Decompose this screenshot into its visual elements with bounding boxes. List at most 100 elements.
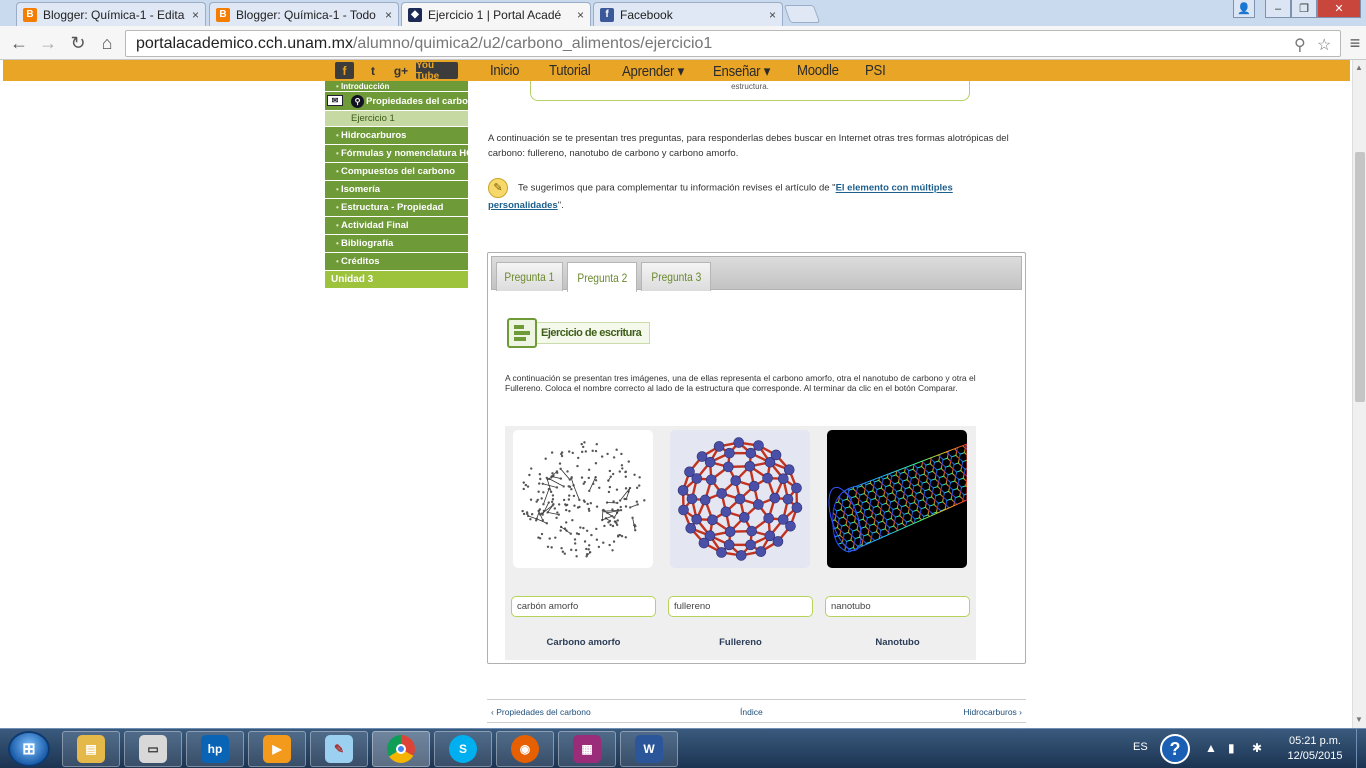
facebook-icon[interactable]: f xyxy=(335,62,354,79)
sidebar-item-label: Introducción xyxy=(341,82,390,91)
url-path: /alumno/quimica2/u2/carbono_alimentos/ej… xyxy=(352,34,713,52)
home-icon[interactable]: ⌂ xyxy=(96,32,118,54)
browser-tab-4[interactable]: f Facebook × xyxy=(593,2,783,26)
sidebar-item-label: Propiedades del carbono xyxy=(366,95,468,107)
sidebar-subitem-ejercicio-1[interactable]: Ejercicio 1 xyxy=(325,111,468,126)
sidebar-item-isomeria[interactable]: Isomería xyxy=(325,181,468,198)
reload-icon[interactable]: ↻ xyxy=(67,32,89,54)
amorphous-carbon-image xyxy=(513,430,653,568)
previous-box-tail: estructura. xyxy=(530,81,970,101)
browser-tab-3[interactable]: ◆ Ejercicio 1 | Portal Acadé × xyxy=(401,2,591,26)
paint-app-icon[interactable]: ✎ xyxy=(310,731,368,767)
pager-prev-link[interactable]: ‹ Propiedades del carbono xyxy=(491,707,591,717)
menu-aprender[interactable]: Aprender ▾ xyxy=(622,62,684,80)
intro-paragraph: A continuación se te presentan tres preg… xyxy=(488,133,1009,159)
sidebar-item-compuestos[interactable]: Compuestos del carbono xyxy=(325,163,468,180)
address-bar[interactable]: portalacademico.cch.unam.mx/alumno/quimi… xyxy=(125,30,1341,57)
mail-icon[interactable]: ✉ xyxy=(327,95,343,106)
sidebar-item-label: Créditos xyxy=(341,256,380,267)
hp-app-icon[interactable]: hp xyxy=(186,731,244,767)
search-icon[interactable]: ⚲ xyxy=(1294,35,1306,55)
maximize-button[interactable]: ❐ xyxy=(1291,0,1317,18)
browser-tab-1[interactable]: B Blogger: Química-1 - Edita × xyxy=(16,2,206,26)
language-indicator[interactable]: ES xyxy=(1133,741,1148,753)
sidebar-item-label: Estructura - Propiedad xyxy=(341,202,444,213)
chrome-app-icon[interactable] xyxy=(372,731,430,767)
question-tabs-bar: Pregunta 1 Pregunta 2 Pregunta 3 xyxy=(491,256,1022,292)
google-plus-icon[interactable]: g+ xyxy=(390,62,412,79)
unit-sidebar: Introducción ✉ ⚲ Propiedades del carbono… xyxy=(325,81,468,288)
word-app-icon[interactable]: W xyxy=(620,731,678,767)
show-desktop-button[interactable] xyxy=(1356,729,1366,768)
help-icon[interactable]: ? xyxy=(1160,734,1190,764)
minimize-button[interactable]: – xyxy=(1265,0,1291,18)
tab-label: Pregunta 3 xyxy=(651,270,701,284)
scrollbar-thumb[interactable] xyxy=(1355,152,1365,402)
sidebar-item-unidad-3[interactable]: Unidad 3 xyxy=(325,271,468,288)
menu-ensenar[interactable]: Enseñar ▾ xyxy=(713,62,770,80)
tab-title: Ejercicio 1 | Portal Acadé xyxy=(428,7,562,22)
show-hidden-icons-icon[interactable]: ▲ xyxy=(1205,741,1217,755)
sidebar-item-bibliografia[interactable]: Bibliografía xyxy=(325,235,468,252)
network-icon[interactable]: ✱ xyxy=(1252,741,1262,755)
tab-pregunta-3[interactable]: Pregunta 3 xyxy=(641,262,711,291)
bookmark-star-icon[interactable]: ☆ xyxy=(1317,35,1331,55)
tab-pregunta-1[interactable]: Pregunta 1 xyxy=(496,262,563,291)
sidebar-item-propiedades[interactable]: ✉ ⚲ Propiedades del carbono xyxy=(325,92,468,110)
page-scrollbar[interactable]: ▲ ▼ xyxy=(1352,60,1366,728)
sidebar-item-creditos[interactable]: Créditos xyxy=(325,253,468,270)
sidebar-item-label: Hidrocarburos xyxy=(341,130,407,141)
tab-close-icon[interactable]: × xyxy=(769,8,776,22)
browser-tab-2[interactable]: B Blogger: Química-1 - Todo × xyxy=(209,2,399,26)
youtube-icon[interactable]: You Tube xyxy=(416,60,458,82)
clock-time: 05:21 p.m. xyxy=(1289,735,1341,747)
video-app-icon[interactable]: ▶ xyxy=(248,731,306,767)
winrar-app-icon[interactable]: ▦ xyxy=(558,731,616,767)
sidebar-item-label: Ejercicio 1 xyxy=(351,113,395,124)
search-icon[interactable]: ⚲ xyxy=(351,95,364,108)
start-button[interactable]: ⊞ xyxy=(8,731,50,767)
sidebar-item-actividad-final[interactable]: Actividad Final xyxy=(325,217,468,234)
structure-card-fullereno: fullereno Fullereno xyxy=(662,426,819,660)
forward-arrow-icon[interactable]: → xyxy=(37,32,59,54)
menu-tutorial[interactable]: Tutorial xyxy=(549,62,591,79)
answer-field-2[interactable]: fullereno xyxy=(668,596,813,617)
skype-app-icon[interactable]: S xyxy=(434,731,492,767)
menu-moodle[interactable]: Moodle xyxy=(797,62,839,79)
battery-icon[interactable]: ▮ xyxy=(1228,741,1235,755)
answer-field-3[interactable]: nanotubo xyxy=(825,596,970,617)
tab-label: Pregunta 1 xyxy=(504,270,555,284)
sidebar-item-formulas[interactable]: Fórmulas y nomenclatura HC xyxy=(325,145,468,162)
firefox-app-icon[interactable]: ◉ xyxy=(496,731,554,767)
answer-field-1[interactable]: carbón amorfo xyxy=(511,596,656,617)
card-caption: Carbono amorfo xyxy=(546,637,621,648)
menu-psi[interactable]: PSI xyxy=(865,62,886,79)
close-window-button[interactable]: ✕ xyxy=(1317,0,1361,18)
structure-card-amorfo: carbón amorfo Carbono amorfo xyxy=(505,426,662,660)
fullerene-image xyxy=(670,430,810,568)
tab-close-icon[interactable]: × xyxy=(192,8,199,22)
tab-close-icon[interactable]: × xyxy=(577,8,584,22)
sidebar-item-estructura[interactable]: Estructura - Propiedad xyxy=(325,199,468,216)
sidebar-item-introduccion[interactable]: Introducción xyxy=(325,81,468,91)
pager-next-link[interactable]: Hidrocarburos › xyxy=(963,707,1022,717)
system-clock[interactable]: 05:21 p.m. 12/05/2015 xyxy=(1280,734,1350,764)
explorer-app-icon[interactable]: ▤ xyxy=(62,731,120,767)
chrome-menu-icon[interactable]: ≡ xyxy=(1344,32,1366,54)
sidebar-item-hidrocarburos[interactable]: Hidrocarburos xyxy=(325,127,468,144)
tab-close-icon[interactable]: × xyxy=(385,8,392,22)
tab-pregunta-2[interactable]: Pregunta 2 xyxy=(567,262,637,292)
menu-inicio[interactable]: Inicio xyxy=(490,62,519,79)
back-arrow-icon[interactable]: ← xyxy=(8,32,30,54)
scroll-down-arrow-icon[interactable]: ▼ xyxy=(1355,715,1363,724)
user-profile-icon[interactable]: 👤 xyxy=(1233,0,1255,18)
media-app-icon[interactable]: ▭ xyxy=(124,731,182,767)
scroll-up-arrow-icon[interactable]: ▲ xyxy=(1355,63,1363,72)
pencil-note-icon: ✎ xyxy=(488,178,508,198)
pager-index-link[interactable]: Índice xyxy=(740,707,763,717)
tab-title: Blogger: Química-1 - Todo xyxy=(236,7,376,22)
twitter-icon[interactable]: t xyxy=(362,62,384,79)
box-tail-text: estructura. xyxy=(731,82,769,91)
tab-title: Blogger: Química-1 - Edita xyxy=(43,7,185,22)
new-tab-button[interactable] xyxy=(783,5,821,23)
